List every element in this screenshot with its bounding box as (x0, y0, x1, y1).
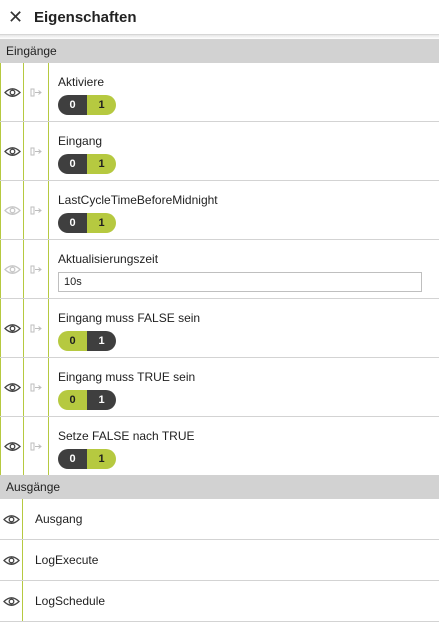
toggle-option-1[interactable]: 1 (87, 331, 116, 351)
input-property-row: Aktiviere 0 1 (0, 63, 439, 122)
property-label: Setze FALSE nach TRUE (58, 429, 195, 443)
binary-toggle[interactable]: 01 (58, 331, 116, 351)
toggle-option-0[interactable]: 0 (58, 390, 87, 410)
input-property-row: Aktualisierungszeit (0, 240, 439, 299)
toggle-option-1[interactable]: 1 (87, 95, 116, 115)
visibility-eye-icon[interactable] (0, 122, 24, 180)
toggle-option-1[interactable]: 1 (87, 449, 116, 469)
binary-toggle[interactable]: 01 (58, 154, 116, 174)
panel-title: Eigenschaften (34, 8, 137, 26)
property-label: Aktualisierungszeit (58, 252, 159, 266)
property-content: Aktualisierungszeit (49, 240, 439, 298)
inputs-section-title: Eingänge (6, 44, 57, 58)
binary-toggle[interactable]: 01 (58, 390, 116, 410)
output-property-row: LogSchedule (0, 581, 439, 622)
toggle-option-0[interactable]: 0 (58, 154, 87, 174)
toggle-option-1[interactable]: 1 (87, 390, 116, 410)
inputs-section-header: Eingänge (0, 39, 439, 63)
toggle-option-0[interactable]: 0 (58, 331, 87, 351)
inputs-list: Aktiviere 0 1 Eingang 0 1 LastCycleTimeBeforeM… (0, 63, 439, 475)
visibility-eye-icon[interactable] (0, 63, 24, 121)
visibility-eye-icon[interactable] (0, 240, 24, 298)
property-label: Ausgang (35, 512, 83, 526)
outputs-list: Ausgang LogExecute LogSchedule (0, 499, 439, 622)
binary-toggle[interactable]: 01 (58, 95, 116, 115)
property-label: LogExecute (35, 553, 99, 567)
input-property-row: Eingang muss FALSE sein 0 1 (0, 299, 439, 358)
connect-input-icon[interactable] (24, 417, 49, 475)
properties-header: ✕ Eigenschaften (0, 0, 439, 35)
visibility-eye-icon[interactable] (0, 299, 24, 357)
property-content: Aktiviere 0 1 (49, 63, 439, 121)
outputs-section-header: Ausgänge (0, 475, 439, 499)
input-property-row: LastCycleTimeBeforeMidnight 0 1 (0, 181, 439, 240)
output-property-row: Ausgang (0, 499, 439, 540)
toggle-option-0[interactable]: 0 (58, 449, 87, 469)
property-label: LogSchedule (35, 594, 106, 608)
connect-input-icon[interactable] (24, 181, 49, 239)
property-label: LastCycleTimeBeforeMidnight (58, 193, 218, 207)
property-label: Eingang muss TRUE sein (58, 370, 196, 384)
property-label: Eingang (58, 134, 103, 148)
property-label: Eingang muss FALSE sein (58, 311, 201, 325)
toggle-option-0[interactable]: 0 (58, 95, 87, 115)
connect-input-icon[interactable] (24, 240, 49, 298)
visibility-eye-icon[interactable] (0, 181, 24, 239)
property-content: Eingang muss TRUE sein 0 1 (49, 358, 439, 416)
visibility-eye-icon[interactable] (0, 417, 24, 475)
toggle-option-0[interactable]: 0 (58, 213, 87, 233)
property-content: Setze FALSE nach TRUE 0 1 (49, 417, 439, 475)
property-content: LastCycleTimeBeforeMidnight 0 1 (49, 181, 439, 239)
toggle-option-1[interactable]: 1 (87, 154, 116, 174)
input-property-row: Setze FALSE nach TRUE 0 1 (0, 417, 439, 475)
toggle-option-1[interactable]: 1 (87, 213, 116, 233)
input-property-row: Eingang muss TRUE sein 0 1 (0, 358, 439, 417)
property-content: Eingang 0 1 (49, 122, 439, 180)
visibility-eye-icon[interactable] (0, 499, 23, 539)
output-property-row: LogExecute (0, 540, 439, 581)
visibility-eye-icon[interactable] (0, 581, 23, 621)
outputs-section-title: Ausgänge (6, 480, 61, 494)
close-icon[interactable]: ✕ (8, 8, 26, 26)
connect-input-icon[interactable] (24, 63, 49, 121)
connect-input-icon[interactable] (24, 122, 49, 180)
visibility-eye-icon[interactable] (0, 540, 23, 580)
property-label: Aktiviere (58, 75, 105, 89)
property-content: Eingang muss FALSE sein 0 1 (49, 299, 439, 357)
connect-input-icon[interactable] (24, 358, 49, 416)
binary-toggle[interactable]: 01 (58, 213, 116, 233)
update-interval-input[interactable] (58, 272, 422, 292)
binary-toggle[interactable]: 01 (58, 449, 116, 469)
input-property-row: Eingang 0 1 (0, 122, 439, 181)
connect-input-icon[interactable] (24, 299, 49, 357)
visibility-eye-icon[interactable] (0, 358, 24, 416)
